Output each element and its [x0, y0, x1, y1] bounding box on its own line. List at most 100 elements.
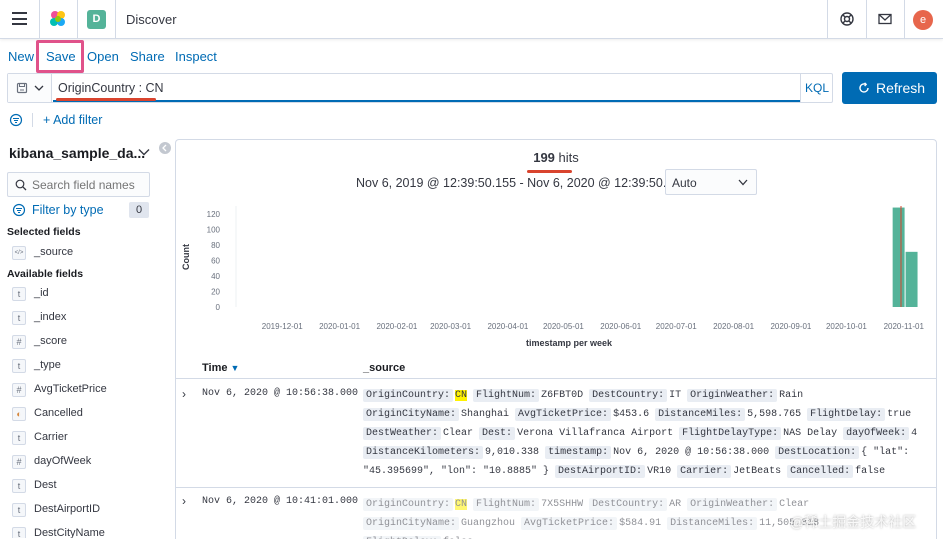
- source-field-value: CN: [455, 499, 468, 510]
- save-icon: [16, 82, 28, 94]
- refresh-label: Refresh: [876, 80, 926, 96]
- source-field-value: CN: [455, 390, 468, 401]
- histogram-bar: [905, 251, 918, 307]
- collapse-sidebar-icon[interactable]: [159, 142, 171, 154]
- string-field-icon: t: [12, 311, 26, 325]
- help-icon[interactable]: [839, 11, 855, 27]
- field-search[interactable]: [7, 172, 150, 197]
- space-avatar[interactable]: D: [87, 10, 106, 29]
- source-line: "45.395699", "lon": "10.8885" } DestAirp…: [363, 462, 923, 481]
- source-field-key: OriginCityName:: [363, 517, 460, 530]
- divider: [77, 0, 78, 39]
- number-field-icon: #: [12, 383, 26, 397]
- x-axis-label: timestamp per week: [526, 338, 613, 348]
- hits-count: 199 hits: [533, 150, 579, 165]
- string-field-icon: t: [12, 287, 26, 301]
- source-field: DistanceKilometers: 9,010.338: [363, 446, 545, 459]
- source-field: "45.395699", "lon": "10.8885" }: [363, 466, 555, 477]
- x-tick-label: 2020-06-01: [600, 322, 641, 331]
- source-field: DestWeather: Clear: [363, 427, 479, 440]
- source-field-key: dayOfWeek:: [843, 427, 910, 440]
- chevron-down-icon[interactable]: [138, 148, 150, 156]
- source-field-key: FlightNum:: [473, 498, 540, 511]
- x-tick-label: 2020-03-01: [430, 322, 471, 331]
- add-filter-button[interactable]: + Add filter: [43, 113, 102, 127]
- source-field: FlightDelay: true: [807, 408, 911, 421]
- expand-row-icon[interactable]: ›: [182, 387, 186, 401]
- top-bar: D Discover e: [0, 0, 943, 39]
- filter-by-type-button[interactable]: Filter by type: [32, 203, 104, 217]
- source-field: dayOfWeek: 4: [843, 427, 917, 440]
- source-field-value: 7X5SHHW: [541, 499, 584, 510]
- x-tick-label: 2020-02-01: [376, 322, 417, 331]
- saved-query-button[interactable]: [8, 74, 52, 102]
- x-tick-label: 2020-08-01: [713, 322, 754, 331]
- mail-icon[interactable]: [877, 11, 893, 27]
- source-field-key: AvgTicketPrice:: [515, 408, 612, 421]
- source-field-key: FlightNum:: [473, 389, 540, 402]
- source-field: Carrier: JetBeats: [677, 465, 787, 478]
- user-avatar[interactable]: e: [913, 10, 933, 30]
- expand-row-icon[interactable]: ›: [182, 494, 186, 508]
- source-field: OriginWeather: Rain: [687, 389, 803, 402]
- results-panel: 199 hits Nov 6, 2019 @ 12:39:50.155 - No…: [175, 139, 937, 539]
- source-field-value: IT: [669, 390, 682, 401]
- string-field-icon: t: [12, 359, 26, 373]
- open-link[interactable]: Open: [87, 49, 119, 64]
- divider: [827, 0, 828, 39]
- boolean-field-icon: ◐: [12, 407, 26, 421]
- kibana-logo-icon[interactable]: [48, 9, 68, 29]
- interval-select[interactable]: Auto: [665, 169, 757, 195]
- selected-fields-title: Selected fields: [7, 226, 81, 238]
- number-field-icon: #: [12, 335, 26, 349]
- menu-icon[interactable]: [12, 12, 27, 25]
- histogram-chart[interactable]: 0 20 40 60 80 100 120 Count 2019-12-01 2020-01-01…: [176, 200, 936, 360]
- source-field-value: VR10: [647, 466, 672, 477]
- source-field-key: DistanceMiles:: [667, 517, 758, 530]
- source-field-key: AvgTicketPrice:: [521, 517, 618, 530]
- refresh-button[interactable]: Refresh: [842, 72, 937, 104]
- new-link[interactable]: New: [8, 49, 34, 64]
- source-field-key: DistanceMiles:: [655, 408, 746, 421]
- divider: [39, 0, 40, 39]
- source-field-key: Dest:: [479, 427, 516, 440]
- y-tick-label: 100: [207, 225, 221, 234]
- source-field-key: OriginWeather:: [687, 389, 778, 402]
- source-field: FlightNum: 7X5SHHW: [473, 498, 589, 511]
- source-field: OriginCityName: Shanghai: [363, 408, 515, 421]
- y-tick-label: 80: [211, 241, 220, 250]
- source-field: DestAirportID: VR10: [555, 465, 677, 478]
- kql-language-toggle[interactable]: KQL: [800, 74, 833, 102]
- y-tick-label: 20: [211, 287, 220, 296]
- sort-down-icon[interactable]: ▼: [231, 363, 240, 373]
- watermark: @稀土掘金技术社区: [790, 514, 917, 530]
- time-column-header[interactable]: Time ▼: [202, 362, 239, 374]
- field-search-input[interactable]: [32, 178, 147, 192]
- query-input[interactable]: OriginCountry : CN: [53, 74, 800, 102]
- source-field-value: Clear: [443, 428, 474, 439]
- annotation-underline: [56, 98, 156, 101]
- inspect-link[interactable]: Inspect: [175, 49, 217, 64]
- string-field-icon: t: [12, 479, 26, 493]
- source-field-value: "45.395699", "lon": "10.8885" }: [363, 466, 550, 477]
- source-field: DestCountry: IT: [589, 389, 687, 402]
- index-pattern-selector[interactable]: kibana_sample_da...: [9, 145, 145, 161]
- source-field: DestLocation:{ "lat":: [775, 446, 909, 459]
- source-field-key: timestamp:: [545, 446, 612, 459]
- x-tick-label: 2020-07-01: [656, 322, 697, 331]
- x-tick-label: 2020-05-01: [543, 322, 584, 331]
- source-field-key: FlightDelay:: [807, 408, 886, 421]
- search-icon: [15, 179, 27, 191]
- source-field-value: Verona Villafranca Airport: [517, 428, 674, 439]
- source-field-value: false: [855, 466, 886, 477]
- filter-count-badge: 0: [129, 202, 149, 218]
- share-link[interactable]: Share: [130, 49, 165, 64]
- filter-options-icon[interactable]: [9, 113, 23, 127]
- source-field: DestCountry: AR: [589, 498, 687, 511]
- source-field-key: Carrier:: [677, 465, 732, 478]
- source-field-key: OriginCityName:: [363, 408, 460, 421]
- source-field: OriginWeather: Clear: [687, 498, 809, 511]
- source-field: OriginCountry: CN: [363, 389, 473, 402]
- source-field-value: NAS Delay: [783, 428, 838, 439]
- source-field-key: OriginCountry:: [363, 389, 454, 402]
